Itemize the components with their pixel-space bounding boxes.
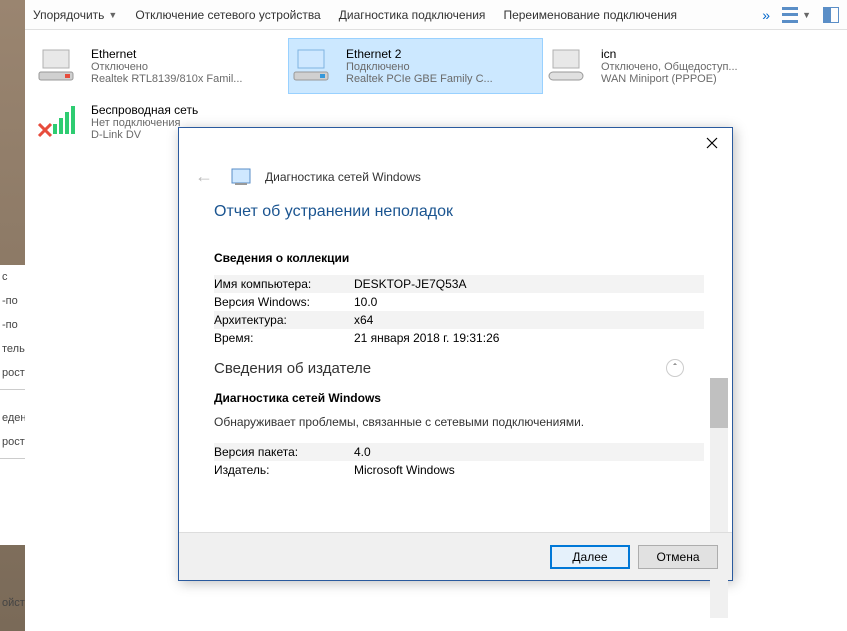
btn-label: Далее (572, 550, 607, 564)
kv-val: DESKTOP-JE7Q53A (354, 275, 704, 293)
kv-val: Microsoft Windows (354, 461, 704, 479)
separator (0, 458, 25, 471)
troubleshoot-dialog: ← Диагностика сетей Windows Отчет об уст… (178, 127, 733, 581)
scrollbar-thumb[interactable] (710, 378, 728, 428)
left-text: -по (0, 289, 25, 313)
table-row: Имя компьютера:DESKTOP-JE7Q53A (214, 275, 704, 293)
btn-label: Отмена (656, 550, 699, 564)
preview-pane-icon[interactable] (823, 7, 839, 23)
diag-title: Диагностика сетей Windows (214, 391, 704, 405)
dialog-titlebar (179, 128, 732, 158)
toolbar-rename[interactable]: Переименование подключения (503, 8, 677, 22)
kv-val: 21 января 2018 г. 19:31:26 (354, 329, 704, 347)
dialog-title: Диагностика сетей Windows (265, 170, 421, 184)
conn-status: Подключено (346, 61, 539, 73)
kv-key: Издатель: (214, 461, 354, 479)
toolbar: Упорядочить ▼ Отключение сетевого устрой… (25, 0, 847, 30)
dialog-body: Отчет об устранении неполадок Сведения о… (179, 203, 732, 479)
conn-status: Отключено (91, 61, 284, 73)
view-button[interactable]: ▼ (782, 7, 811, 23)
table-row: Версия Windows:10.0 (214, 293, 704, 311)
modem-icon (547, 48, 591, 84)
dialog-footer: Далее Отмена (179, 532, 732, 580)
conn-name: Ethernet 2 (346, 47, 539, 61)
connection-item-icn[interactable]: icn Отключено, Общедоступ... WAN Minipor… (543, 38, 798, 94)
kv-key: Версия пакета: (214, 443, 354, 461)
kv-val: 10.0 (354, 293, 704, 311)
close-icon (706, 137, 718, 149)
dialog-header: ← Диагностика сетей Windows (179, 158, 732, 203)
toolbar-disable[interactable]: Отключение сетевого устройства (135, 8, 320, 22)
connection-item-ethernet2[interactable]: Ethernet 2 Подключено Realtek PCIe GBE F… (288, 38, 543, 94)
toolbar-label: Переименование подключения (503, 8, 677, 22)
conn-status: Отключено, Общедоступ... (601, 61, 794, 73)
kv-key: Время: (214, 329, 354, 347)
left-text: тель (0, 337, 25, 361)
conn-device: WAN Miniport (PPPOE) (601, 73, 794, 85)
kv-key: Архитектура: (214, 311, 354, 329)
toolbar-organize[interactable]: Упорядочить ▼ (33, 8, 117, 22)
left-text: еден (0, 406, 25, 430)
table-row: Издатель:Microsoft Windows (214, 461, 704, 479)
toolbar-label: Диагностика подключения (339, 8, 486, 22)
diagnostic-icon (231, 168, 253, 186)
network-adapter-icon (292, 48, 336, 84)
sub-title-text: Сведения об издателе (214, 360, 371, 377)
left-panel-fragment: с -по -по тель рост еден рость ойст (0, 265, 25, 545)
toolbar-more[interactable]: » (762, 7, 770, 23)
conn-device: Realtek RTL8139/810x Famil... (91, 73, 284, 85)
list-view-icon (782, 7, 798, 23)
left-text: с (0, 265, 25, 289)
section-publisher: Сведения об издателе ˆ (214, 359, 704, 377)
left-text: рость (0, 430, 25, 454)
kv-key: Имя компьютера: (214, 275, 354, 293)
diag-desc: Обнаруживает проблемы, связанные с сетев… (214, 415, 704, 429)
table-row: Время:21 января 2018 г. 19:31:26 (214, 329, 704, 347)
collapse-icon[interactable]: ˆ (666, 359, 684, 377)
conn-name: icn (601, 47, 794, 61)
cancel-button[interactable]: Отмена (638, 545, 718, 569)
table-row: Архитектура:x64 (214, 311, 704, 329)
close-button[interactable] (698, 132, 726, 154)
kv-key: Версия Windows: (214, 293, 354, 311)
kv-val: x64 (354, 311, 704, 329)
conn-device: Realtek PCIe GBE Family C... (346, 73, 539, 85)
conn-name: Ethernet (91, 47, 284, 61)
scrollbar[interactable] (710, 378, 728, 618)
chevron-down-icon: ▼ (108, 10, 117, 20)
left-text: ойст (0, 591, 25, 615)
table-row: Версия пакета:4.0 (214, 443, 704, 461)
next-button[interactable]: Далее (550, 545, 630, 569)
toolbar-diagnose[interactable]: Диагностика подключения (339, 8, 486, 22)
chevron-down-icon: ▼ (802, 10, 811, 20)
left-text: -по (0, 313, 25, 337)
kv-val: 4.0 (354, 443, 704, 461)
toolbar-label: Упорядочить (33, 8, 104, 22)
wifi-no-connection-icon (37, 104, 81, 140)
report-title: Отчет об устранении неполадок (214, 203, 704, 221)
connection-item-ethernet[interactable]: Ethernet Отключено Realtek RTL8139/810x … (33, 38, 288, 94)
back-arrow-icon[interactable]: ← (189, 166, 219, 187)
section-collection: Сведения о коллекции (214, 251, 704, 265)
toolbar-label: Отключение сетевого устройства (135, 8, 320, 22)
conn-name: Беспроводная сеть (91, 103, 284, 117)
left-text: рост (0, 361, 25, 385)
network-adapter-icon (37, 48, 81, 84)
separator (0, 389, 25, 402)
